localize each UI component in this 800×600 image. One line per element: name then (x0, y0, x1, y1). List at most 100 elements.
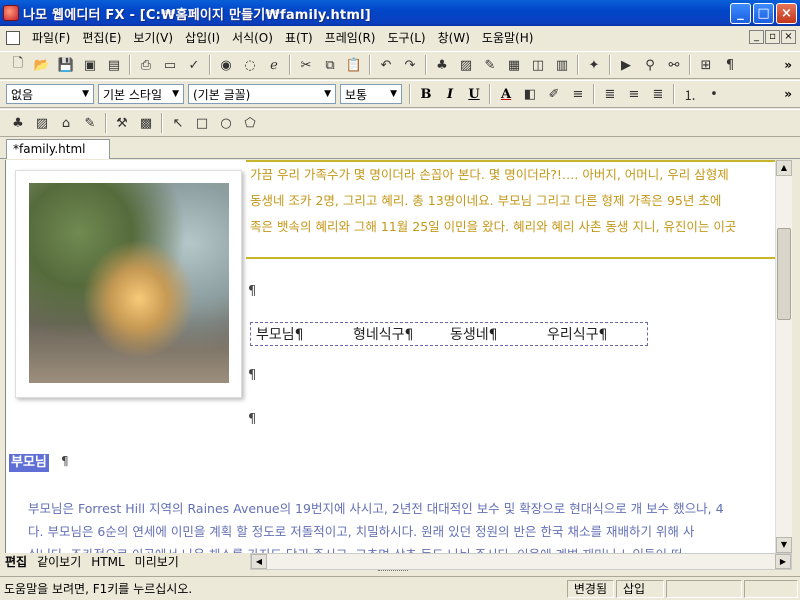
rectangle-icon[interactable]: □ (193, 114, 211, 132)
scroll-up-icon[interactable]: ▲ (776, 160, 792, 176)
doc-minimize-button[interactable]: _ (749, 30, 764, 44)
image-icon[interactable]: ▨ (33, 114, 51, 132)
align-left-icon[interactable]: ≣ (601, 85, 619, 103)
vertical-scrollbar[interactable]: ▲ ▼ (775, 160, 792, 553)
effects-icon[interactable]: ✦ (585, 56, 603, 74)
close-button[interactable]: × (776, 2, 797, 24)
toolbar-separator (673, 84, 675, 104)
wand-icon[interactable]: ⚒ (113, 114, 131, 132)
toolbar-separator (209, 55, 211, 75)
publish-icon[interactable]: ◉ (217, 56, 235, 74)
align-right-icon[interactable]: ≣ (649, 85, 667, 103)
maximize-button[interactable]: □ (753, 2, 774, 24)
menu-window[interactable]: 창(W) (432, 28, 476, 48)
font-size-select[interactable]: 보통 ▼ (340, 84, 402, 104)
circle-icon[interactable]: ○ (217, 114, 235, 132)
layer-icon[interactable]: ◫ (529, 56, 547, 74)
family-photo[interactable] (29, 183, 229, 383)
paragraph-icon[interactable]: ≡ (569, 85, 587, 103)
image-icon[interactable]: ▨ (457, 56, 475, 74)
tab-edit[interactable]: 편집 (5, 553, 27, 570)
menu-frame[interactable]: 프레임(R) (319, 28, 382, 48)
nav-link-younger-family[interactable]: 동생네¶ (450, 324, 542, 344)
scroll-left-icon[interactable]: ◀ (251, 554, 267, 569)
pointer-icon[interactable]: ↖ (169, 114, 187, 132)
link-icon[interactable]: ⚲ (641, 56, 659, 74)
splitter-grip[interactable] (378, 570, 408, 574)
toolbar-separator (689, 55, 691, 75)
tree-icon[interactable]: ♣ (433, 56, 451, 74)
numbered-list-icon[interactable]: ⒈ (681, 85, 699, 104)
nav-link-brother-family[interactable]: 형네식구¶ (353, 324, 445, 344)
save-icon[interactable]: 💾 (57, 56, 75, 74)
print-icon[interactable]: ⎙ (137, 56, 155, 74)
paragraph-style-select[interactable]: 없음 ▼ (6, 84, 94, 104)
italic-icon[interactable]: I (440, 87, 460, 102)
polygon-icon[interactable]: ⬠ (241, 114, 259, 132)
font-size-value: 보통 (345, 87, 368, 102)
image-map-icon[interactable]: ▩ (137, 114, 155, 132)
menu-file[interactable]: 파일(F) (26, 28, 76, 48)
spellcheck-icon[interactable]: ✓ (185, 56, 203, 74)
doc-restore-button[interactable]: ▫ (765, 30, 780, 44)
scroll-right-icon[interactable]: ▶ (775, 554, 791, 569)
menu-format[interactable]: 서식(O) (226, 28, 279, 48)
unlink-icon[interactable]: ⚯ (665, 56, 683, 74)
editor-canvas[interactable]: 가끔 우리 가족수가 몇 명이더라 손꼽아 본다. 몇 명이더라?!…. 아버지… (5, 160, 777, 553)
menu-view[interactable]: 보기(V) (127, 28, 179, 48)
highlight-icon[interactable]: ◧ (521, 85, 539, 103)
site-icon[interactable]: ▤ (105, 56, 123, 74)
menu-tools[interactable]: 도구(L) (381, 28, 431, 48)
text-color-icon[interactable]: A (496, 87, 516, 102)
new-file-icon[interactable]: 🗋 (9, 56, 27, 74)
menu-edit[interactable]: 편집(E) (76, 28, 127, 48)
tab-preview[interactable]: 미리보기 (135, 553, 179, 570)
browser-icon[interactable]: ℯ (265, 56, 283, 74)
toolbar-overflow-icon[interactable]: » (784, 87, 792, 101)
doc-close-button[interactable]: × (781, 30, 796, 44)
app-icon[interactable] (3, 5, 19, 21)
scroll-down-icon[interactable]: ▼ (776, 537, 792, 553)
title-bar: 나모 웹에디터 FX - [C:₩홈페이지 만들기₩family.html] _… (0, 0, 800, 26)
undo-icon[interactable]: ↶ (377, 56, 395, 74)
cut-icon[interactable]: ✂ (297, 56, 315, 74)
redo-icon[interactable]: ↷ (401, 56, 419, 74)
minimize-button[interactable]: _ (730, 2, 751, 24)
toolbar-separator (105, 113, 107, 133)
style-select[interactable]: 기본 스타일 ▼ (98, 84, 184, 104)
tab-family-html[interactable]: *family.html (6, 139, 111, 159)
horizontal-scrollbar[interactable]: ◀ ▶ (250, 553, 792, 570)
stop-icon[interactable]: ◌ (241, 56, 259, 74)
clear-format-icon[interactable]: ✐ (545, 85, 563, 103)
frame-icon[interactable]: ▥ (553, 56, 571, 74)
tab-split-view[interactable]: 같이보기 (37, 553, 81, 570)
open-folder-icon[interactable]: 📂 (33, 56, 51, 74)
bold-icon[interactable]: B (416, 87, 436, 102)
nav-link-parents[interactable]: 부모님¶ (256, 324, 348, 344)
document-icon[interactable] (6, 31, 20, 45)
menu-help[interactable]: 도움말(H) (476, 28, 540, 48)
play-icon[interactable]: ▶ (617, 56, 635, 74)
edit-icon[interactable]: ✎ (81, 114, 99, 132)
paragraph-mark-icon[interactable]: ¶ (721, 56, 739, 74)
tab-html[interactable]: HTML (91, 555, 124, 569)
table-icon[interactable]: ▦ (505, 56, 523, 74)
save-all-icon[interactable]: ▣ (81, 56, 99, 74)
tree-icon[interactable]: ♣ (9, 114, 27, 132)
underline-icon[interactable]: U (464, 87, 484, 102)
preview-icon[interactable]: ▭ (161, 56, 179, 74)
menu-insert[interactable]: 삽입(I) (179, 28, 226, 48)
align-center-icon[interactable]: ≡ (625, 85, 643, 103)
menu-table[interactable]: 표(T) (279, 28, 319, 48)
grid-icon[interactable]: ⊞ (697, 56, 715, 74)
toolbar-overflow-icon[interactable]: » (784, 58, 792, 72)
scroll-thumb[interactable] (777, 228, 791, 320)
form-icon[interactable]: ✎ (481, 56, 499, 74)
copy-icon[interactable]: ⧉ (321, 56, 339, 74)
home-icon[interactable]: ⌂ (57, 114, 75, 132)
nav-link-our-family[interactable]: 우리식구¶ (547, 324, 639, 344)
bullet-list-icon[interactable]: • (705, 85, 723, 103)
font-select[interactable]: (기본 글꼴) ▼ (188, 84, 336, 104)
status-empty (744, 579, 798, 598)
paste-icon[interactable]: 📋 (345, 56, 363, 74)
